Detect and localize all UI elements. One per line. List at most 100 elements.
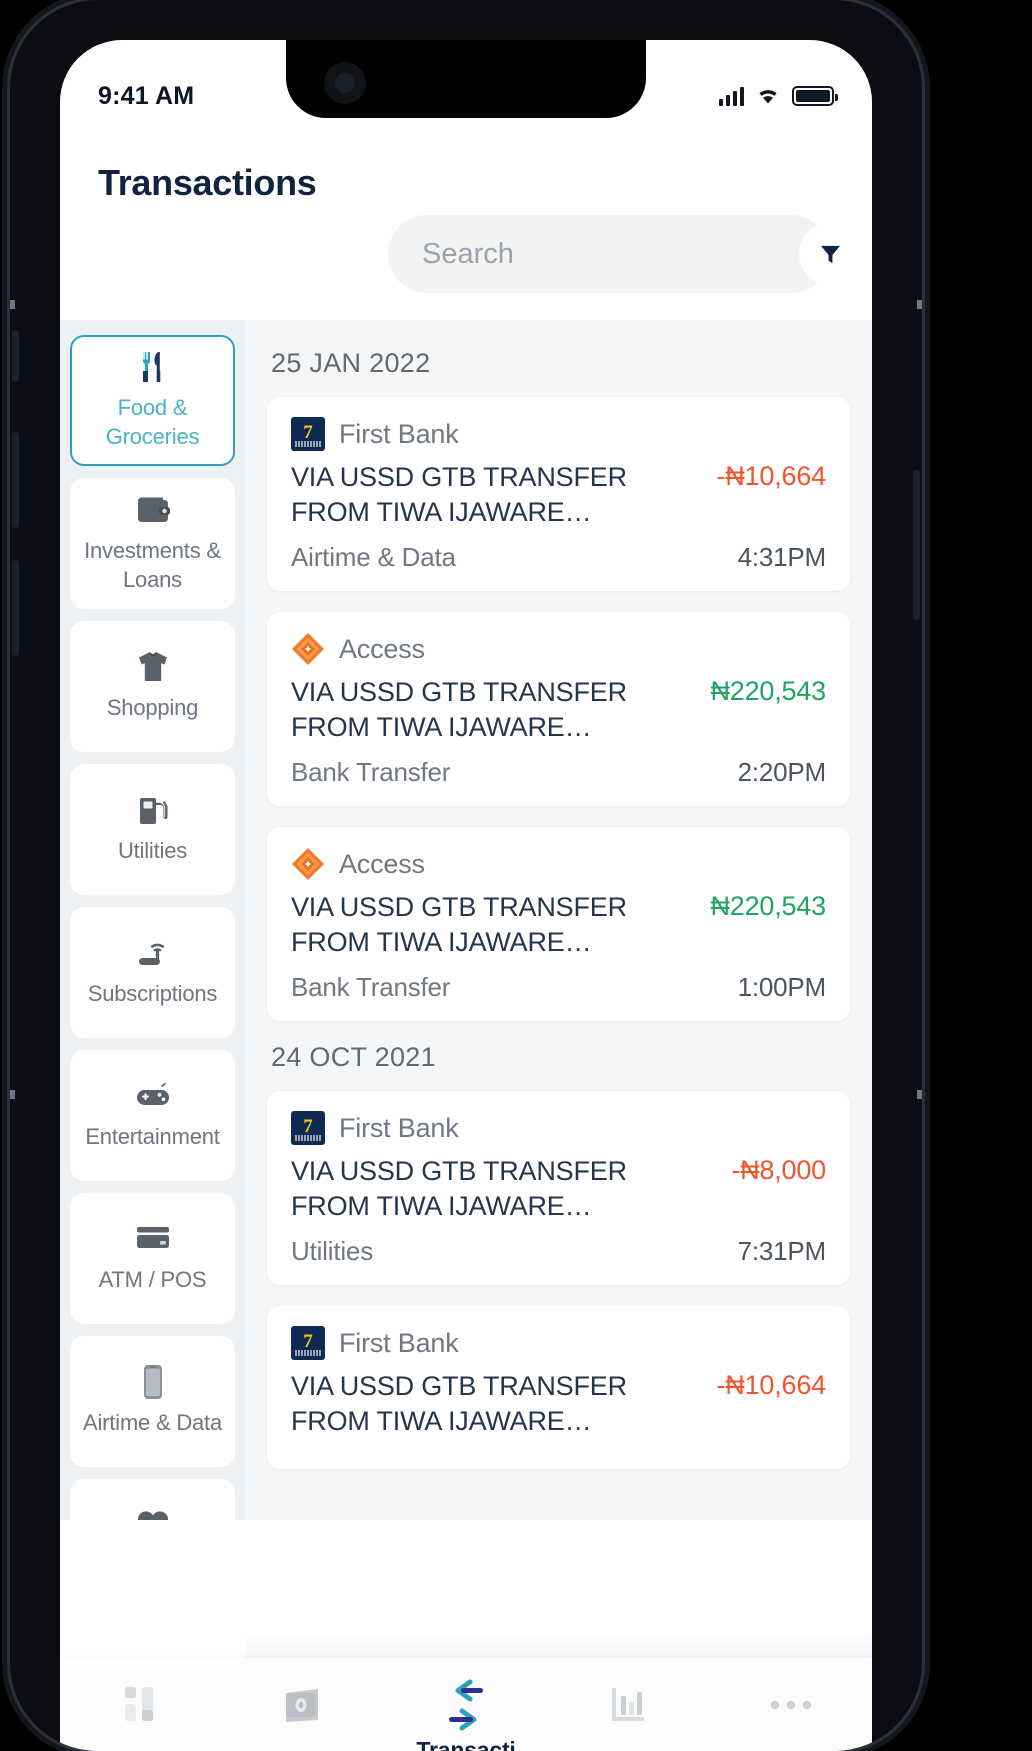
frame-antenna-seam (917, 1090, 922, 1099)
list-bottom-fade (245, 1632, 872, 1658)
gamepad-icon (135, 1079, 171, 1113)
sidebar-item-subscriptions[interactable]: Subscriptions (70, 907, 235, 1038)
volume-down-button[interactable] (12, 560, 19, 656)
transaction-amount: -₦10,664 (716, 461, 827, 491)
first-bank-logo: 7 (291, 1111, 325, 1146)
power-button[interactable] (913, 470, 920, 620)
sidebar-item-label: Airtime & Data (82, 1410, 223, 1436)
frame-antenna-seam (10, 300, 15, 309)
access-bank-logo (291, 847, 325, 881)
page-title: Transactions (98, 162, 317, 203)
front-camera (324, 62, 366, 104)
battery-full-icon (792, 86, 838, 106)
sidebar-item-investments-loans[interactable]: Investments & Loans (70, 478, 235, 609)
transaction-meta-row: Bank Transfer 2:20PM (291, 757, 826, 788)
router-wifi-icon (136, 936, 170, 970)
transaction-time: 1:00PM (737, 972, 827, 1003)
heart-icon (137, 1508, 169, 1520)
transaction-amount: ₦220,543 (710, 891, 827, 922)
transaction-main-row: VIA USSD GTB TRANSFER FROM TIWA IJAWARE…… (291, 1154, 826, 1223)
bottom-navigation-bar[interactable]: Transacti (60, 1658, 872, 1751)
silent-switch[interactable] (12, 330, 19, 382)
transaction-main-row: VIA USSD GTB TRANSFER FROM TIWA IJAWARE…… (291, 675, 826, 744)
transaction-card[interactable]: Access VIA USSD GTB TRANSFER FROM TIWA I… (267, 827, 850, 1022)
bottom-nav-item-more-dots[interactable] (710, 1682, 872, 1737)
transaction-card[interactable]: 7 First Bank VIA USSD GTB TRANSFER FROM … (267, 1306, 850, 1470)
transaction-time: 4:31PM (737, 542, 827, 573)
bar-chart-icon (608, 1682, 648, 1728)
transaction-date-header: 24 OCT 2021 (271, 1042, 436, 1073)
transaction-category: Bank Transfer (291, 757, 451, 788)
fork-knife-icon (138, 350, 168, 384)
transaction-bank-row: Access (291, 847, 826, 881)
phone-screen: 9:41 AM Transactions Search Food & Groce… (60, 40, 872, 1751)
transaction-description: VIA USSD GTB TRANSFER FROM TIWA IJAWARE… (291, 1156, 627, 1221)
transaction-list[interactable]: 25 JAN 2022 7 First Bank VIA USSD GTB TR… (245, 320, 872, 1520)
transaction-description: VIA USSD GTB TRANSFER FROM TIWA IJAWARE… (291, 892, 627, 957)
sidebar-item-label: ATM / POS (98, 1267, 207, 1293)
credit-card-icon (135, 1222, 171, 1256)
search-bar[interactable] (388, 215, 861, 293)
transaction-description: VIA USSD GTB TRANSFER FROM TIWA IJAWARE… (291, 462, 627, 527)
wallet-cards-icon (282, 1682, 326, 1728)
transaction-bank-name: Access (339, 633, 425, 664)
first-bank-logo: 7 (291, 1326, 325, 1361)
status-icons (718, 86, 838, 106)
frame-antenna-seam (917, 300, 922, 309)
bottom-nav-item-wallet-cards[interactable] (222, 1682, 384, 1737)
transaction-time: 2:20PM (737, 757, 827, 788)
access-bank-logo (291, 632, 325, 666)
sidebar-item-entertainment[interactable]: Entertainment (70, 1050, 235, 1181)
category-sidebar[interactable]: Food & Groceries Investments & Loans Sho… (60, 320, 245, 1520)
tshirt-icon (136, 650, 170, 684)
sidebar-item-airtime-data[interactable]: Airtime & Data (70, 1336, 235, 1467)
transaction-time: 7:31PM (737, 1236, 827, 1267)
search-input[interactable] (388, 237, 799, 271)
transaction-card[interactable]: 7 First Bank VIA USSD GTB TRANSFER FROM … (267, 397, 850, 592)
bottom-nav-item-bar-chart[interactable] (547, 1682, 709, 1737)
content-area: Food & Groceries Investments & Loans Sho… (60, 320, 872, 1520)
fuel-pump-icon (137, 793, 169, 827)
sidebar-item-label: Investments & Loans (84, 538, 221, 592)
transaction-bank-name: Access (339, 848, 425, 879)
transaction-date-header: 25 JAN 2022 (271, 348, 431, 378)
dashboard-icon (122, 1682, 160, 1728)
transaction-card[interactable]: Access VIA USSD GTB TRANSFER FROM TIWA I… (267, 612, 850, 807)
transaction-meta-row: Utilities 7:31PM (291, 1236, 826, 1267)
sidebar-item-label: Shopping (106, 695, 199, 721)
wallet-icon (135, 493, 171, 527)
filter-funnel-icon (820, 245, 840, 263)
transaction-bank-row: 7 First Bank (291, 1111, 826, 1146)
transaction-bank-name: First Bank (339, 418, 459, 449)
smartphone-icon (141, 1365, 165, 1400)
sidebar-item-utilities[interactable]: Utilities (70, 764, 235, 895)
filter-button[interactable] (799, 223, 861, 285)
transaction-meta-row: Bank Transfer 1:00PM (291, 972, 826, 1003)
volume-up-button[interactable] (12, 432, 19, 528)
frame-antenna-seam (10, 1090, 15, 1099)
sidebar-item-shopping[interactable]: Shopping (70, 621, 235, 752)
transaction-card[interactable]: 7 First Bank VIA USSD GTB TRANSFER FROM … (267, 1091, 850, 1286)
transaction-bank-row: Access (291, 632, 826, 666)
sidebar-item-label: Food & Groceries (105, 395, 200, 449)
transaction-main-row: VIA USSD GTB TRANSFER FROM TIWA IJAWARE…… (291, 1369, 826, 1438)
wifi-icon (759, 90, 777, 104)
transaction-description: VIA USSD GTB TRANSFER FROM TIWA IJAWARE… (291, 677, 627, 742)
sidebar-item-atm-pos[interactable]: ATM / POS (70, 1193, 235, 1324)
sidebar-item-health[interactable]: Health (70, 1479, 235, 1520)
transfer-arrows-icon (440, 1679, 492, 1731)
bottom-nav-item-transacti[interactable]: Transacti (385, 1679, 547, 1751)
transaction-main-row: VIA USSD GTB TRANSFER FROM TIWA IJAWARE…… (291, 890, 826, 959)
transaction-category: Airtime & Data (291, 542, 456, 573)
transaction-main-row: VIA USSD GTB TRANSFER FROM TIWA IJAWARE…… (291, 460, 826, 529)
sidebar-item-label: Subscriptions (87, 981, 218, 1007)
status-time: 9:41 AM (98, 81, 195, 110)
sidebar-item-food-groceries[interactable]: Food & Groceries (70, 335, 235, 466)
device-notch (286, 40, 646, 118)
bottom-nav-item-dashboard[interactable] (60, 1682, 222, 1737)
first-bank-logo: 7 (291, 417, 325, 451)
phone-device-frame: 9:41 AM Transactions Search Food & Groce… (10, 0, 922, 1751)
transaction-amount: ₦220,543 (710, 676, 827, 707)
transaction-bank-row: 7 First Bank (291, 1326, 826, 1361)
transaction-bank-name: First Bank (339, 1327, 459, 1358)
